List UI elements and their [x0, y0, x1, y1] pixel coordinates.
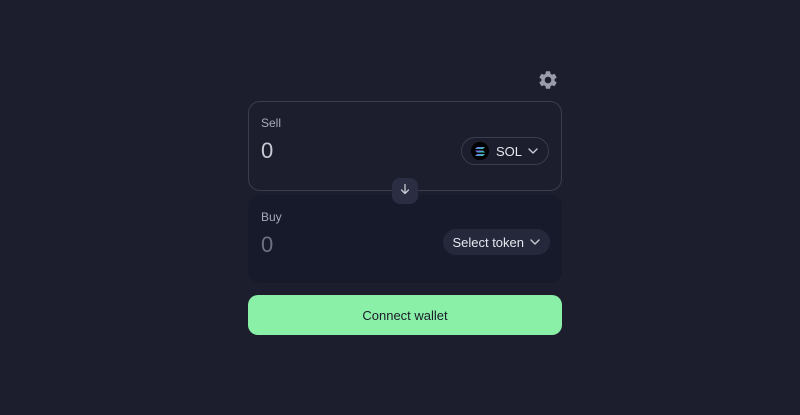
buy-panel: Buy Select token	[248, 195, 562, 283]
connect-wallet-button[interactable]: Connect wallet	[248, 295, 562, 335]
sell-token-symbol: SOL	[495, 143, 522, 159]
buy-amount-input[interactable]	[261, 232, 411, 258]
swap-page: Sell SOL	[0, 0, 800, 415]
buy-label: Buy	[261, 210, 282, 224]
chevron-down-icon	[530, 239, 540, 245]
gear-icon	[537, 69, 559, 96]
solana-logo-icon	[470, 142, 489, 160]
arrow-down-icon	[399, 182, 411, 200]
settings-button[interactable]	[536, 70, 560, 94]
chevron-down-icon	[528, 148, 538, 154]
swap-direction-button[interactable]	[392, 178, 418, 204]
sell-label: Sell	[261, 116, 282, 130]
buy-token-selector[interactable]: Select token	[443, 229, 550, 255]
sell-token-selector[interactable]: SOL	[460, 137, 549, 165]
sell-amount-input[interactable]	[261, 138, 411, 164]
select-token-label: Select token	[452, 234, 524, 250]
